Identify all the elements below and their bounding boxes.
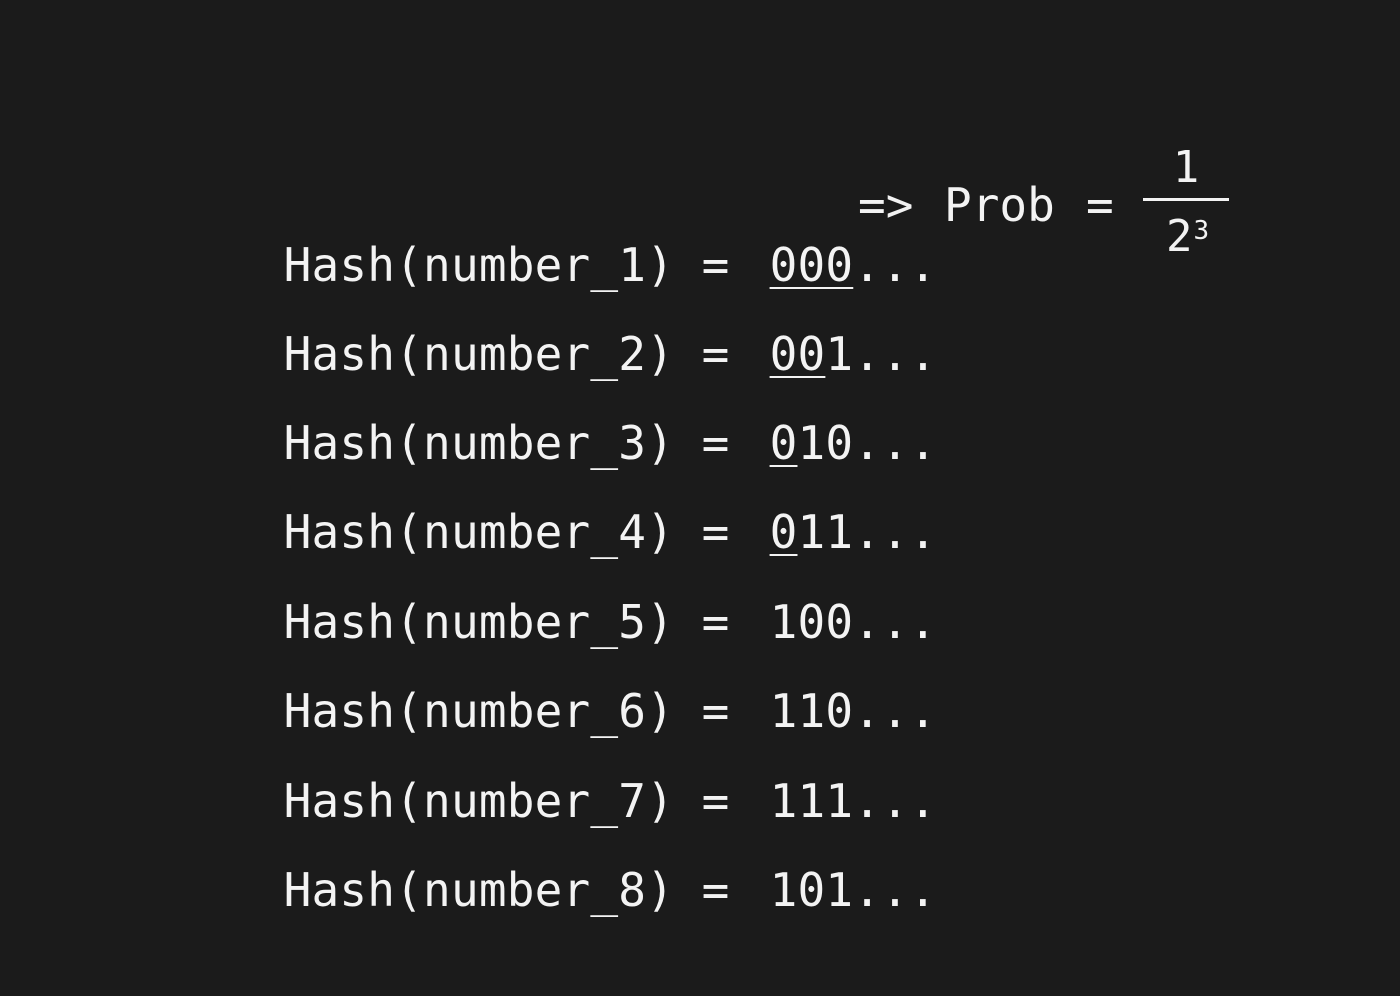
denominator-exponent: 3 xyxy=(1193,216,1210,246)
hash-ellipsis: ... xyxy=(853,863,937,917)
hash-row-4: Hash(number_4) = 011... xyxy=(172,442,937,559)
hash-row-1: Hash(number_1) = 000... xyxy=(172,175,937,292)
fraction-denominator: 23 xyxy=(1166,210,1209,264)
probability-label: Prob xyxy=(944,178,1055,232)
hash-expression: Hash(number_8) xyxy=(283,863,675,917)
fraction-numerator: 1 xyxy=(1172,142,1200,193)
hash-remaining-bits: 101 xyxy=(769,863,854,917)
diagram-canvas: Hash(number_1) = 000... Hash(number_2) = 001… xyxy=(0,0,1400,996)
probability-equals-sign: = xyxy=(1086,178,1114,232)
equals-sign: = xyxy=(701,863,730,917)
hash-row-5: Hash(number_5) = 100... xyxy=(172,532,937,649)
hash-row-8: Hash(number_8) = 101... xyxy=(172,800,937,917)
hash-row-7: Hash(number_7) = 111... xyxy=(172,711,937,828)
hash-row-3: Hash(number_3) = 010... xyxy=(172,353,937,470)
implies-arrow: => xyxy=(858,178,914,232)
denominator-base: 2 xyxy=(1166,211,1193,262)
hash-row-6: Hash(number_6) = 110... xyxy=(172,621,937,738)
hash-row-2: Hash(number_2) = 001... xyxy=(172,264,937,381)
fraction-bar xyxy=(1143,198,1229,201)
